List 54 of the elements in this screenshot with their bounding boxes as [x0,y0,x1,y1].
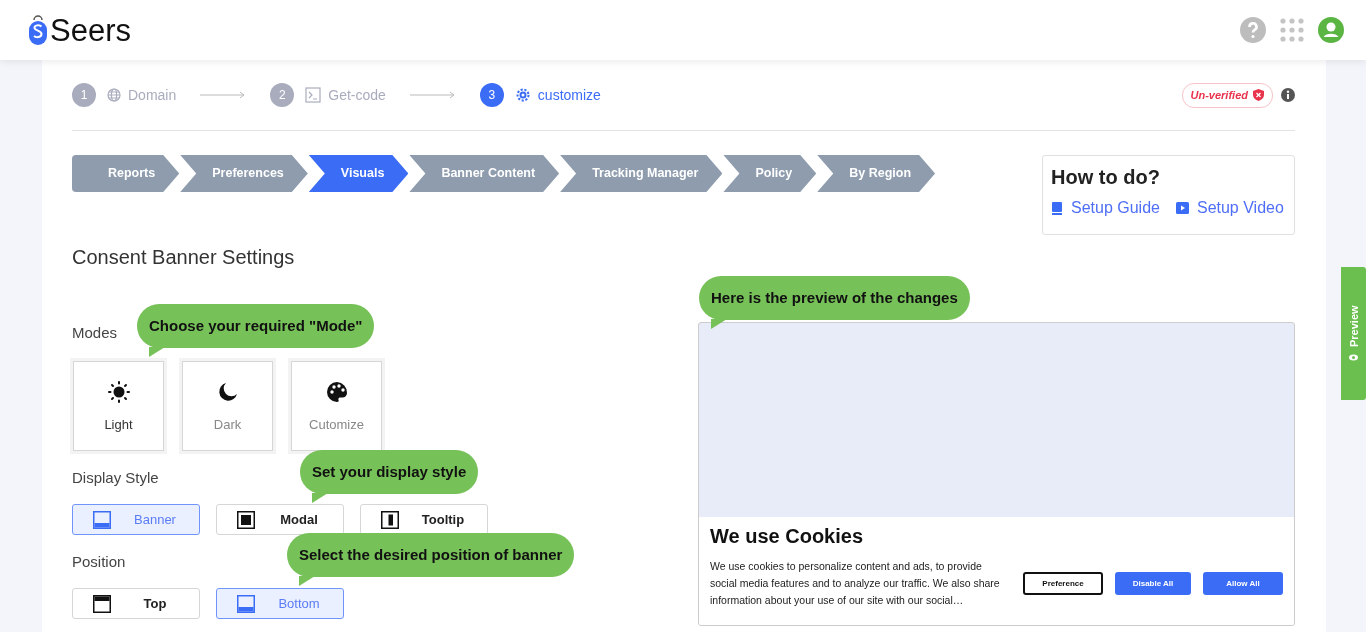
step-tab[interactable]: Visuals [308,155,409,192]
display-style-option[interactable]: Banner [72,504,200,535]
brand-name: Seers [50,15,131,46]
mode-option[interactable]: Light [73,361,164,451]
terminal-icon [305,87,322,103]
step-tab[interactable]: Preferences [180,155,308,192]
bottom-layout-icon [237,594,255,613]
logo-icon [28,14,48,46]
display-style-option[interactable]: Tooltip [360,504,488,535]
eye-icon [1349,352,1358,362]
step-tab[interactable]: Tracking Manager [560,155,723,192]
step[interactable]: 3 customize [479,83,601,107]
step-tab[interactable]: By Region [817,155,936,192]
moon-icon [216,380,239,403]
gear-icon [514,87,531,103]
step[interactable]: 2 Get-code [270,83,386,107]
position-option[interactable]: Top [72,588,200,619]
arrow-icon [409,91,456,99]
globe-icon [107,88,121,102]
setup-link[interactable]: Setup Video [1175,199,1284,217]
section-title: Consent Banner Settings [72,246,296,270]
display-style-option[interactable]: Modal [216,504,344,535]
step-tab[interactable]: Banner Content [409,155,560,192]
modal-layout-icon [237,510,255,529]
sun-icon [107,380,130,403]
banner-button[interactable]: Allow All [1203,572,1283,595]
field-label: Position [72,553,126,570]
banner-title: We use Cookies [710,525,865,548]
tooltip-layout-icon [381,510,399,529]
banner-button[interactable]: Disable All [1115,572,1191,595]
arrow-icon [200,91,247,99]
step-tab[interactable]: Reports [72,155,180,192]
info-icon[interactable] [1281,88,1295,102]
step[interactable]: 1 Domain [72,83,177,107]
banner-button[interactable]: Preference [1023,572,1103,595]
banner-layout-icon [93,510,111,529]
mode-option[interactable]: Cutomize [291,361,382,451]
banner-text: We use cookies to personalize content and ads, to provide social media features and to analyze our traffic. We also share information about your use of our site with our social… [710,559,1001,608]
top-layout-icon [93,594,111,613]
field-label: Modes [72,324,118,341]
card-title: How to do? [1051,166,1161,189]
video-icon [1175,202,1189,214]
unverified-badge: Un-verified [1181,82,1273,108]
position-option[interactable]: Bottom [216,588,344,619]
user-avatar-icon[interactable] [1318,17,1344,43]
help-icon[interactable] [1240,17,1266,43]
apps-grid-icon[interactable] [1280,18,1304,42]
book-icon [1051,201,1063,215]
mode-option[interactable]: Dark [182,361,273,451]
palette-icon [325,380,348,403]
preview-tab[interactable]: Preview [1341,267,1366,400]
step-tab[interactable]: Policy [723,155,817,192]
field-label: Display Style [72,469,159,486]
setup-link[interactable]: Setup Guide [1051,199,1160,217]
